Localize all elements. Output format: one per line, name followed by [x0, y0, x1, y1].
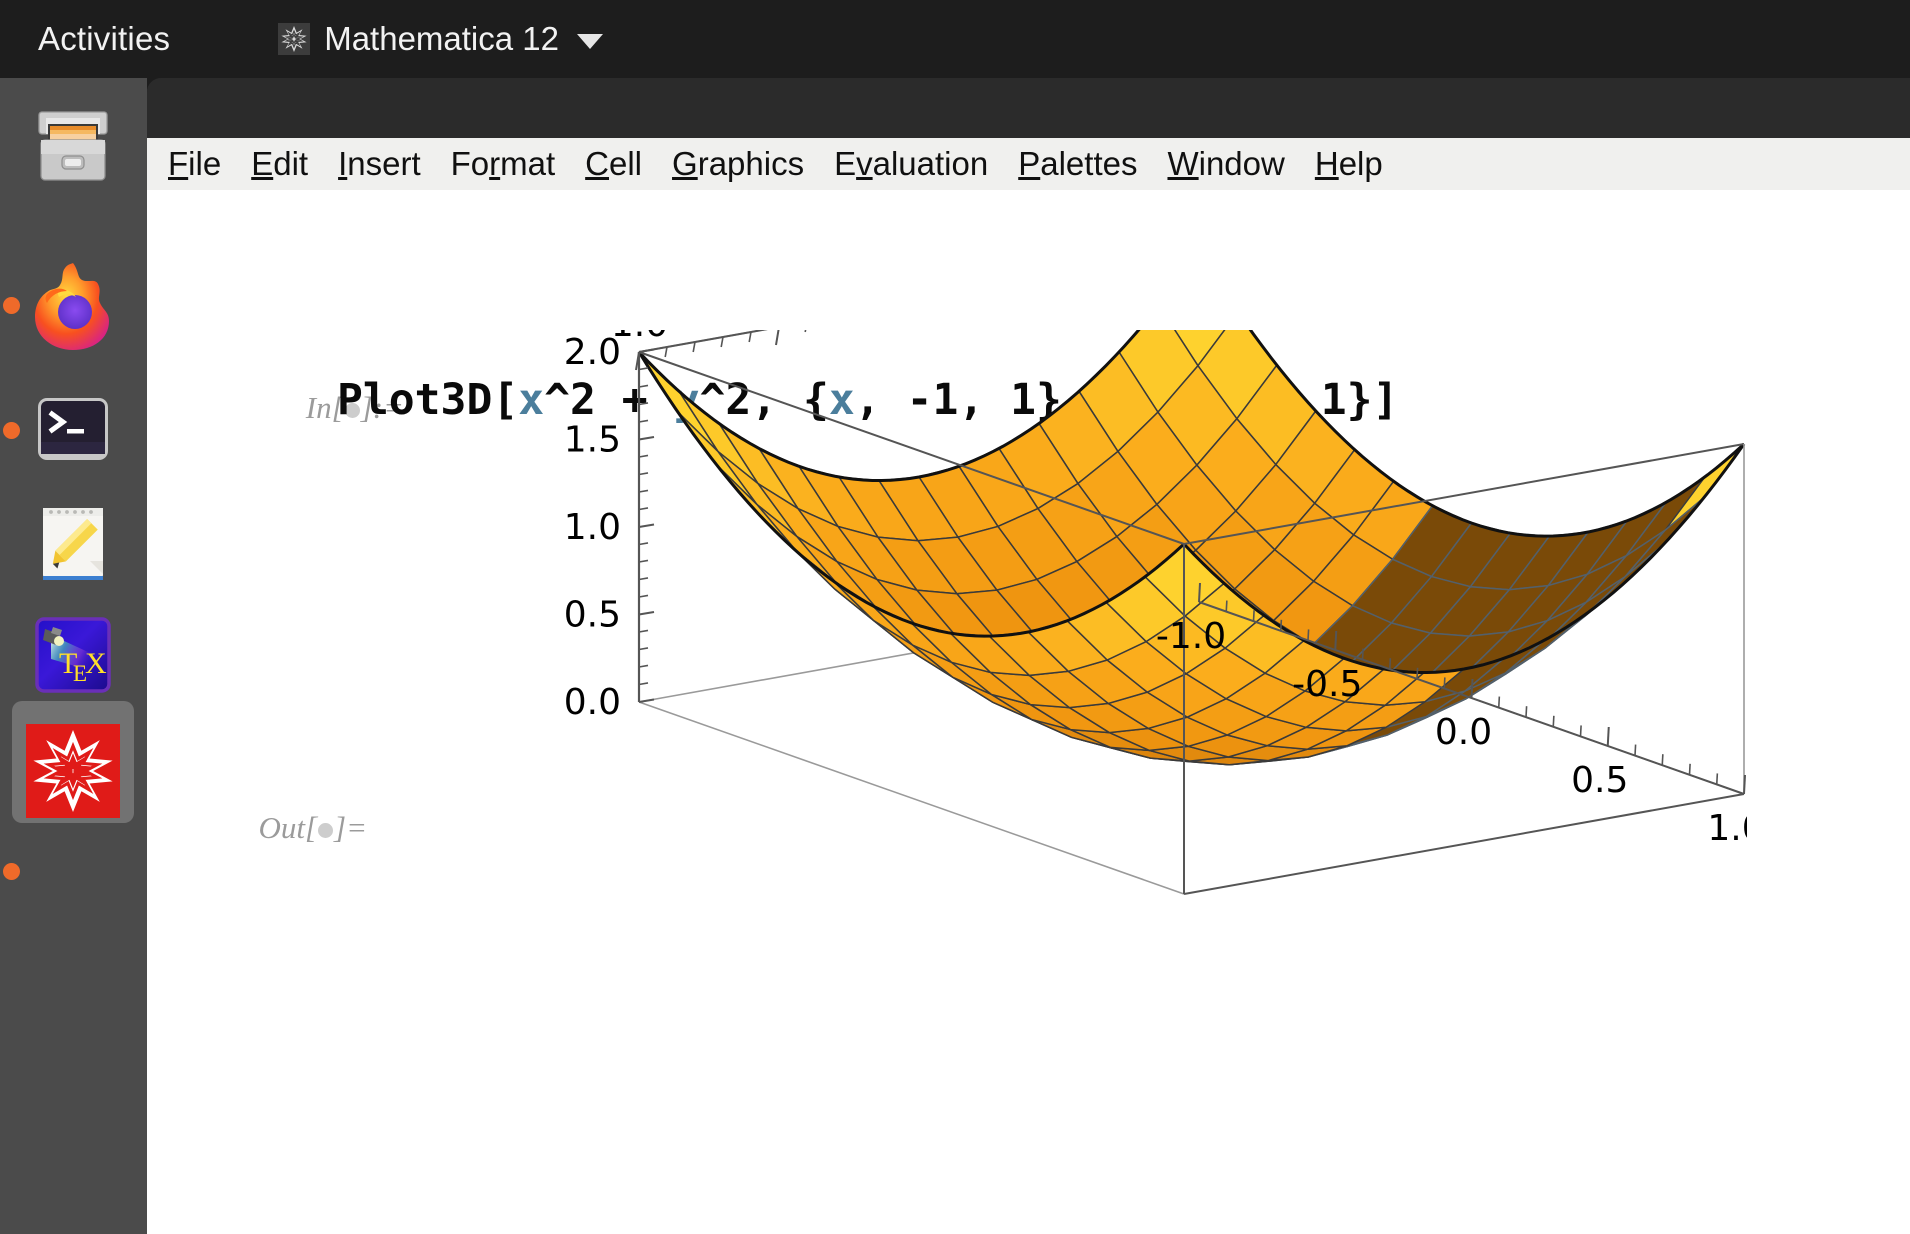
x-axis-minor-tick	[1715, 773, 1719, 785]
x-axis-minor-tick	[1361, 648, 1364, 660]
x-axis-minor-tick	[1307, 629, 1310, 641]
y-axis-minor-tick	[692, 341, 696, 353]
gnome-dock: T E X	[0, 78, 147, 1234]
z-axis-minor-tick	[638, 367, 649, 371]
z-axis-minor-tick	[638, 384, 649, 388]
surface-patch	[678, 390, 759, 485]
z-axis-minor-tick	[638, 647, 649, 651]
dock-item-text-editor[interactable]	[18, 488, 128, 598]
z-axis-minor-tick	[638, 594, 649, 598]
x-axis-minor-tick	[1279, 619, 1283, 631]
menu-item-graphics[interactable]: Graphics	[672, 145, 804, 183]
menu-item-insert[interactable]: Insert	[338, 145, 421, 183]
y-axis-minor-tick	[720, 336, 724, 348]
x-axis-minor-tick	[1688, 763, 1691, 775]
menu-item-format[interactable]: Format	[451, 145, 556, 183]
menu-item-help[interactable]: Help	[1315, 145, 1383, 183]
firefox-icon	[25, 257, 121, 353]
x-axis-minor-tick	[1388, 658, 1392, 670]
x-axis-tick-label: 0.0	[1435, 712, 1492, 753]
z-axis-minor-tick	[638, 454, 649, 458]
app-menu-label: Mathematica 12	[324, 20, 559, 57]
z-axis-tick-label: 0.5	[564, 595, 621, 636]
y-axis-minor-tick	[748, 331, 752, 343]
menu-bar: File Edit Insert Format Cell Graphics Evaluati…	[147, 138, 1910, 190]
x-axis-minor-tick	[1416, 667, 1419, 679]
z-axis-minor-tick	[638, 629, 649, 633]
menu-item-window[interactable]: Window	[1167, 145, 1284, 183]
x-axis-tick-label: -1.0	[1156, 616, 1226, 657]
x-axis-tick-label: 0.5	[1571, 760, 1628, 801]
menu-item-cell[interactable]: Cell	[585, 145, 642, 183]
notebook-canvas[interactable]: In[]:= Plot3D[x^2 + y^2, {x, -1, 1}, {y,…	[147, 190, 1910, 1234]
z-axis-minor-tick	[638, 489, 649, 493]
x-axis-minor-tick	[1497, 696, 1501, 708]
dock-item-firefox[interactable]	[18, 250, 128, 360]
y-axis-minor-tick	[664, 346, 668, 358]
menu-item-evaluation[interactable]: Evaluation	[834, 145, 988, 183]
z-axis-minor-tick	[638, 664, 649, 668]
x-axis-tick-label: 1.0	[1707, 808, 1747, 849]
dock-item-texstudio[interactable]: T E X	[18, 600, 128, 710]
menu-item-edit[interactable]: Edit	[251, 145, 308, 183]
file-cabinet-icon	[26, 100, 120, 194]
z-axis-tick-label: 0.0	[564, 682, 621, 723]
x-axis-minor-tick	[1661, 754, 1664, 766]
surface-plot-svg: 0.00.51.01.52.0-1.0-0.50.00.51.0-1.0-0.5…	[564, 204, 1765, 895]
z-axis-minor-tick	[638, 507, 649, 511]
chevron-down-icon	[577, 33, 603, 49]
surface-mesh	[638, 250, 1745, 766]
x-axis-major-tick	[1606, 726, 1610, 747]
running-indicator-mathematica	[3, 863, 20, 880]
gnome-top-bar: Activities Mathematica 12	[0, 0, 1910, 78]
dock-item-files[interactable]	[18, 92, 128, 202]
mathematica-spikey-icon	[26, 724, 120, 818]
box-edge-front-floor	[1183, 793, 1745, 895]
z-axis-major-tick	[638, 698, 655, 703]
x-axis-minor-tick	[1579, 725, 1582, 737]
x-axis-minor-tick	[1225, 600, 1228, 612]
y-axis-minor-tick	[804, 321, 808, 333]
mathematica-spikey-icon	[278, 23, 311, 55]
svg-text:X: X	[85, 647, 107, 680]
z-axis-major-tick	[638, 611, 655, 616]
menu-item-palettes[interactable]: Palettes	[1018, 145, 1137, 183]
menu-item-file[interactable]: File	[168, 145, 221, 183]
z-axis-minor-tick	[638, 472, 649, 476]
notepad-pencil-icon	[28, 498, 118, 588]
activities-button[interactable]: Activities	[28, 16, 180, 62]
z-axis-minor-tick	[638, 559, 649, 563]
x-axis-major-tick	[1198, 582, 1201, 603]
x-axis-minor-tick	[1552, 715, 1555, 727]
x-axis-minor-tick	[1252, 610, 1255, 622]
z-axis-tick-label: 1.5	[564, 420, 621, 461]
tex-icon: T E X	[29, 611, 117, 699]
y-axis-major-tick	[775, 326, 780, 346]
z-axis-minor-tick	[638, 419, 649, 423]
z-axis-minor-tick	[638, 402, 649, 406]
x-axis-minor-tick	[1634, 744, 1637, 756]
x-axis-major-tick	[1470, 678, 1474, 699]
mathematica-window: File Edit Insert Format Cell Graphics Evaluati…	[147, 78, 1910, 1234]
window-titlebar[interactable]	[147, 78, 1910, 138]
terminal-icon	[27, 384, 119, 476]
x-axis-major-tick	[1334, 630, 1338, 651]
dock-item-mathematica[interactable]	[18, 716, 128, 826]
y-axis-tick-label: -1.0	[598, 330, 668, 345]
z-axis-minor-tick	[638, 682, 649, 686]
app-menu-button[interactable]: Mathematica 12	[268, 16, 613, 62]
z-axis-tick-label: 1.0	[564, 507, 621, 548]
x-axis-major-tick	[1743, 774, 1746, 795]
x-axis-minor-tick	[1525, 706, 1528, 718]
z-axis-minor-tick	[638, 577, 649, 581]
z-axis-major-tick	[638, 523, 655, 528]
plot3d-output[interactable]: 0.00.51.01.52.0-1.0-0.50.00.51.0-1.0-0.5…	[247, 204, 1765, 1234]
x-axis-tick-label: -0.5	[1292, 664, 1362, 705]
z-axis-minor-tick	[638, 542, 649, 546]
z-axis-major-tick	[638, 436, 655, 441]
x-axis-minor-tick	[1443, 677, 1446, 689]
dock-item-terminal[interactable]	[18, 375, 128, 485]
